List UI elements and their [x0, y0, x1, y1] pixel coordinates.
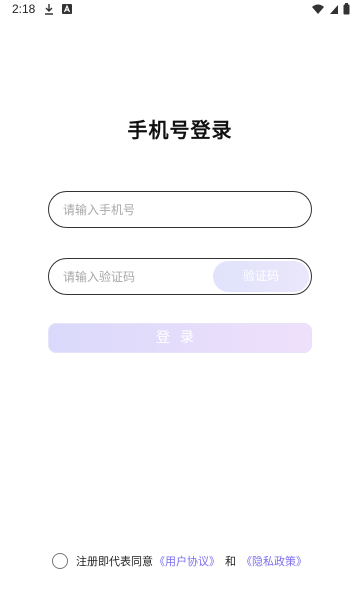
privacy-policy-link[interactable]: 《隐私政策》	[241, 553, 307, 569]
signal-icon	[330, 5, 338, 14]
download-icon	[45, 4, 53, 15]
get-code-button[interactable]: 验证码	[213, 261, 309, 292]
login-button[interactable]: 登录	[48, 323, 312, 353]
page-title: 手机号登录	[127, 118, 233, 142]
code-input[interactable]	[63, 268, 213, 286]
a-box-icon	[62, 4, 72, 14]
battery-icon	[343, 3, 350, 15]
agreement-row: 注册即代表同意 《用户协议》 和 《隐私政策》	[52, 552, 308, 570]
code-field[interactable]: 验证码	[48, 258, 312, 295]
bottom-bar	[0, 590, 360, 600]
user-agreement-link[interactable]: 《用户协议》	[154, 553, 220, 569]
agreement-prefix: 注册即代表同意	[76, 555, 153, 568]
status-time: 2:18	[12, 2, 36, 16]
wifi-icon	[312, 4, 324, 14]
phone-field[interactable]	[48, 191, 312, 228]
agreement-and: 和	[225, 555, 236, 568]
phone-input[interactable]	[63, 201, 263, 219]
status-bar: 2:18	[0, 0, 360, 20]
agree-checkbox[interactable]	[52, 553, 68, 569]
